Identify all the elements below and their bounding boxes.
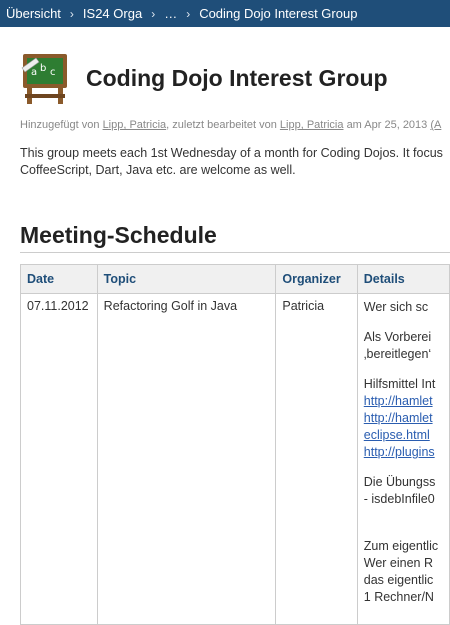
column-header-organizer[interactable]: Organizer <box>275 264 358 294</box>
column-header-date[interactable]: Date <box>20 264 98 294</box>
details-text: - isdebInfile0 <box>363 492 435 506</box>
details-link[interactable]: http://hamlet <box>364 394 433 408</box>
details-link[interactable]: http://plugins <box>364 445 435 459</box>
breadcrumb-current-page[interactable]: Coding Dojo Interest Group <box>199 6 357 21</box>
breadcrumb-is24-orga[interactable]: IS24 Orga <box>83 6 142 21</box>
details-paragraph: Als Vorberei ‚bereitlegen‘ <box>364 329 443 363</box>
added-by-label: Hinzugefügt von <box>20 119 100 131</box>
intro-text: This group meets each 1st Wednesday of a… <box>20 145 450 179</box>
details-link[interactable]: http://hamlet <box>364 411 433 425</box>
details-text: Hilfsmittel Int <box>363 377 436 391</box>
breadcrumb-ellipsis[interactable]: … <box>164 6 177 21</box>
details-text: Zum eigentlic <box>363 539 439 553</box>
cell-organizer: Patricia <box>275 293 358 625</box>
svg-text:b: b <box>40 63 46 74</box>
svg-text:a: a <box>31 67 37 78</box>
details-paragraph: Wer sich sc <box>363 300 429 314</box>
history-link[interactable]: (A <box>430 119 441 131</box>
details-paragraph: Hilfsmittel Int http://hamlet http://ham… <box>364 376 443 461</box>
column-header-details[interactable]: Details <box>356 264 450 294</box>
breadcrumb: Übersicht › IS24 Orga › … › Coding Dojo … <box>0 0 450 27</box>
cell-details: Wer sich sc Als Vorberei ‚bereitlegen‘ H… <box>356 293 450 625</box>
details-text: das eigentlic <box>363 573 434 587</box>
chalkboard-logo-icon: a b c <box>21 54 67 104</box>
section-divider <box>20 252 450 253</box>
edit-date: am Apr 25, 2013 <box>346 119 428 131</box>
page-title: Coding Dojo Interest Group <box>86 64 388 91</box>
section-heading: Meeting-Schedule <box>20 222 217 248</box>
edited-by-label: , zuletzt bearbeitet von <box>166 119 277 131</box>
table-header-row: Date Topic Organizer Details <box>20 264 450 294</box>
editor-link[interactable]: Lipp, Patricia <box>280 119 344 131</box>
author-link[interactable]: Lipp, Patricia <box>103 119 167 131</box>
details-text: Als Vorberei <box>363 330 432 344</box>
intro-line: CoffeeScript, Dart, Java etc. are welcom… <box>20 163 296 177</box>
schedule-table: Date Topic Organizer Details 07.11.2012 … <box>20 264 450 625</box>
details-text: Die Übungss <box>363 475 436 489</box>
svg-text:c: c <box>50 67 56 78</box>
chevron-right-icon: › <box>151 6 156 21</box>
details-text: Wer einen R <box>363 556 434 570</box>
chevron-right-icon: › <box>186 6 191 21</box>
chevron-right-icon: › <box>69 6 74 21</box>
cell-topic: Refactoring Golf in Java <box>96 293 277 625</box>
table-row: 07.11.2012 Refactoring Golf in Java Patr… <box>20 293 450 625</box>
details-paragraph: Die Übungss - isdebInfile0 <box>364 474 443 508</box>
details-text: 1 Rechner/N <box>363 590 434 604</box>
page-metadata: Hinzugefügt von Lipp, Patricia, zuletzt … <box>20 119 441 131</box>
cell-date: 07.11.2012 <box>20 293 98 625</box>
details-link[interactable]: eclipse.html <box>364 428 430 442</box>
intro-line: This group meets each 1st Wednesday of a… <box>20 146 443 160</box>
page-header: a b c Coding Dojo Interest Group <box>20 50 388 106</box>
column-header-topic[interactable]: Topic <box>96 264 277 294</box>
details-text: ‚bereitlegen‘ <box>363 347 432 361</box>
breadcrumb-home[interactable]: Übersicht <box>0 6 61 21</box>
